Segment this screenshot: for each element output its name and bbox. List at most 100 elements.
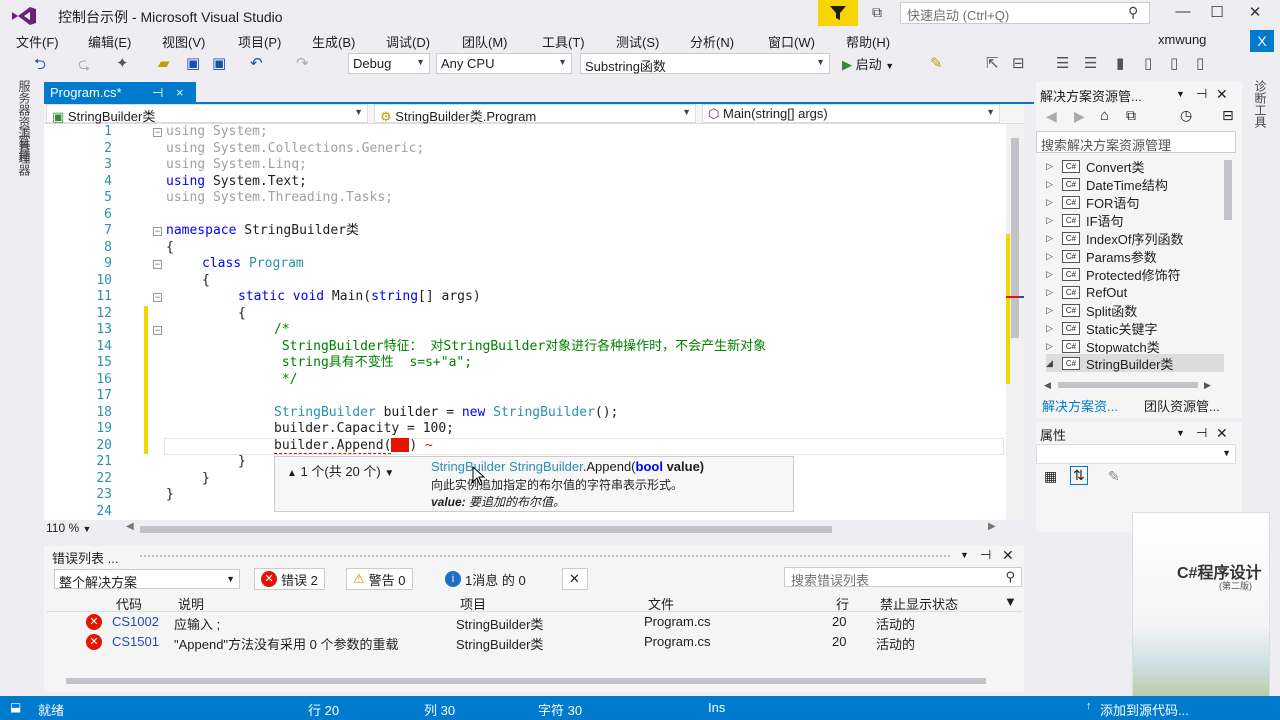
expand-icon[interactable]: ▷ [1046, 305, 1056, 316]
errors-filter-button[interactable]: ✕ 错误 2 [254, 568, 325, 590]
messages-filter-button[interactable]: i 1消息 的 0 [438, 568, 533, 590]
user-avatar[interactable]: X [1250, 30, 1274, 52]
expand-icon[interactable]: ▷ [1046, 251, 1056, 262]
save-icon[interactable]: ▣ [186, 54, 200, 72]
close-icon[interactable]: ✕ [1002, 547, 1014, 564]
solution-item[interactable]: ▷ C# Stopwatch类 [1046, 337, 1160, 355]
solution-item[interactable]: ▷ C# Params参数 [1046, 247, 1157, 265]
add-to-source-control[interactable]: 添加到源代码... [1100, 700, 1189, 719]
forward-icon[interactable]: ⮎ [78, 54, 90, 79]
solution-item[interactable]: ▷ C# FOR语句 [1046, 193, 1139, 211]
error-scope-select[interactable]: 整个解决方案 ▼ [54, 569, 240, 590]
bookmark-next-icon[interactable]: ▯ [1170, 54, 1178, 72]
solution-item[interactable]: ▷ C# Protected修饰符 [1046, 265, 1181, 283]
column-file[interactable]: 文件 [648, 594, 674, 613]
column-project[interactable]: 项目 [460, 594, 486, 613]
sync-icon[interactable]: ⧉ [1126, 107, 1136, 124]
home-icon[interactable]: ⌂ [1100, 107, 1109, 124]
scroll-left-icon[interactable]: ◀ [1044, 380, 1051, 391]
collapse-icon[interactable]: − [153, 260, 162, 269]
column-code[interactable]: 代码 [116, 594, 142, 613]
menu-test[interactable]: 测试(S) [616, 32, 659, 51]
menu-tools[interactable]: 工具(T) [542, 32, 585, 51]
properties-object-select[interactable]: ▼ [1036, 444, 1236, 464]
forward-icon[interactable]: ▶ [1074, 108, 1085, 125]
expanded-icon[interactable]: ◢ [1046, 358, 1056, 369]
zoom-level[interactable]: 110 % ▼ [46, 521, 118, 537]
menu-view[interactable]: 视图(V) [162, 32, 205, 51]
expand-icon[interactable]: ▷ [1046, 287, 1056, 298]
column-line[interactable]: 行 [836, 594, 849, 613]
navigate-icon[interactable]: ⇱ [986, 54, 999, 72]
member-dropdown[interactable]: ⬡ Main(string[] args) ▼ [702, 104, 1000, 123]
layout-icon[interactable]: ⊟ [1012, 54, 1025, 72]
expand-icon[interactable]: ▷ [1046, 233, 1056, 244]
error-search-input[interactable]: 搜索错误列表 ⚲ [784, 567, 1022, 588]
align-icon[interactable]: ☰ [1056, 54, 1069, 72]
scroll-thumb[interactable] [66, 678, 986, 684]
solution-item[interactable]: ▷ C# IF语句 [1046, 211, 1124, 229]
solution-item-selected[interactable]: ◢ C# StringBuilder类 [1046, 354, 1224, 372]
expand-icon[interactable]: ▷ [1046, 197, 1056, 208]
scroll-left-icon[interactable]: ◀ [126, 521, 134, 532]
expand-icon[interactable]: ▷ [1046, 269, 1056, 280]
solution-item[interactable]: ▷ C# DateTime结构 [1046, 175, 1168, 193]
overload-counter[interactable]: ▲ 1 个(共 20 个) ▼ [287, 461, 394, 480]
filter-icon[interactable]: ▼ [1004, 594, 1017, 609]
expand-icon[interactable]: ▷ [1046, 161, 1056, 172]
collapse-all-icon[interactable]: ⊟ [1222, 107, 1234, 124]
build-intellisense-filter-icon[interactable]: ✕ [562, 568, 588, 590]
back-icon[interactable]: ◀ [1046, 108, 1057, 125]
expand-icon[interactable]: ▷ [1046, 323, 1056, 334]
toolbox-tab[interactable]: 工具箱 [16, 126, 33, 162]
new-project-icon[interactable]: ✦ [116, 54, 129, 72]
solution-item[interactable]: ▷ C# Convert类 [1046, 157, 1145, 175]
wrench-icon[interactable]: ✎ [1108, 468, 1120, 485]
menu-edit[interactable]: 编辑(E) [88, 32, 131, 51]
solution-item[interactable]: ▷ C# IndexOf序列函数 [1046, 229, 1184, 247]
menu-help[interactable]: 帮助(H) [846, 32, 890, 51]
user-name[interactable]: xmwung [1158, 32, 1206, 47]
scroll-thumb[interactable] [1011, 138, 1019, 338]
menu-file[interactable]: 文件(F) [16, 32, 59, 51]
error-list-scrollbar[interactable] [56, 676, 1016, 686]
bookmark-icon[interactable]: ▮ [1116, 54, 1124, 72]
minimize-button[interactable]: — [1168, 3, 1198, 25]
open-file-icon[interactable]: ▰ [158, 54, 170, 72]
horizontal-scroll-thumb[interactable] [140, 526, 832, 533]
type-dropdown[interactable]: ⚙ StringBuilder类.Program ▼ [374, 104, 696, 124]
bookmark-clear-icon[interactable]: ▯ [1196, 54, 1204, 72]
close-icon[interactable]: × [176, 85, 184, 100]
error-code-link[interactable]: CS1501 [112, 634, 159, 649]
menu-window[interactable]: 窗口(W) [768, 32, 815, 51]
solution-item[interactable]: ▷ C# RefOut [1046, 283, 1127, 301]
scroll-right-icon[interactable]: ▶ [1204, 380, 1211, 391]
menu-project[interactable]: 项目(P) [238, 32, 281, 51]
panel-dropdown-icon[interactable]: ▼ [960, 550, 969, 560]
collapse-icon[interactable]: − [153, 227, 162, 236]
solution-platform-select[interactable]: Any CPU ▼ [436, 53, 572, 74]
tab-program-cs[interactable]: Program.cs* ⊣ × [44, 82, 196, 104]
feedback-icon[interactable]: ⧉ [866, 4, 888, 24]
panel-dropdown-icon[interactable]: ▼ [1176, 89, 1185, 99]
project-dropdown[interactable]: ▣ StringBuilder类 ▼ [46, 104, 368, 124]
expand-icon[interactable]: ▷ [1046, 341, 1056, 352]
history-icon[interactable]: ◷ [1180, 107, 1192, 124]
find-icon[interactable]: ✎ [930, 54, 943, 72]
solution-hscroll-thumb[interactable] [1058, 382, 1198, 388]
warnings-filter-button[interactable]: ⚠ 警告 0 [346, 568, 413, 590]
close-window-button[interactable]: ✕ [1240, 3, 1270, 25]
menu-debug[interactable]: 调试(D) [386, 32, 430, 51]
tab-team-explorer[interactable]: 团队资源管... [1144, 396, 1220, 415]
publish-icon[interactable]: ↑ [1086, 700, 1092, 712]
expand-icon[interactable]: ▷ [1046, 179, 1056, 190]
search-icon[interactable]: ⚲ [1128, 4, 1138, 21]
startup-project-select[interactable]: Substring函数 ▼ [580, 53, 830, 74]
solution-item[interactable]: ▷ C# Static关键字 [1046, 319, 1158, 337]
redo-icon[interactable]: ↷ [296, 54, 309, 72]
column-description[interactable]: 说明 [178, 594, 204, 613]
collapse-icon[interactable]: − [153, 128, 162, 137]
solution-scroll-thumb[interactable] [1224, 160, 1232, 220]
panel-dropdown-icon[interactable]: ▼ [1176, 428, 1185, 438]
scroll-right-icon[interactable]: ▶ [988, 521, 996, 532]
